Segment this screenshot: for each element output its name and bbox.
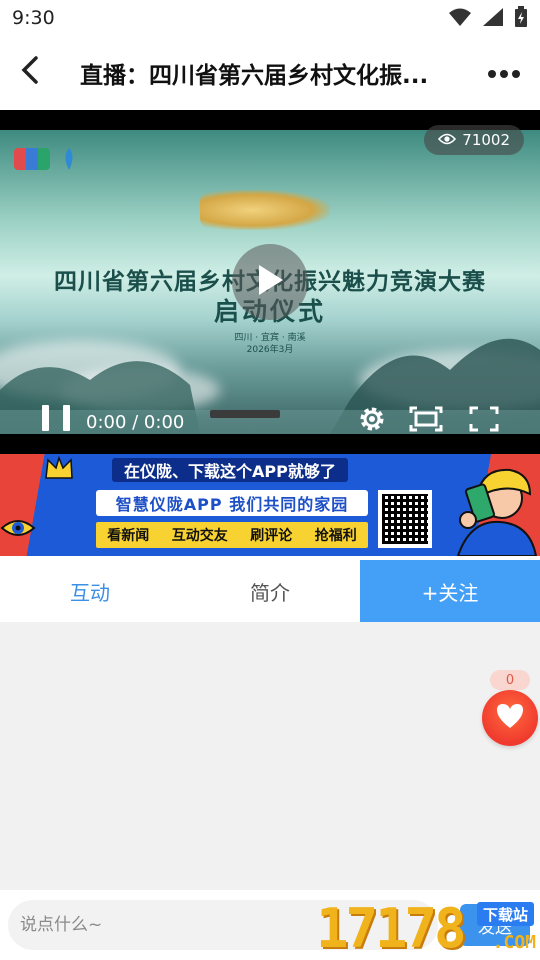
play-icon: [255, 263, 285, 301]
banner-features: 看新闻 互动交友 刷评论 抢福利: [96, 522, 368, 548]
settings-button[interactable]: [356, 406, 388, 436]
banner-feature: 抢福利: [314, 528, 357, 544]
tab-interact[interactable]: 互动: [0, 560, 180, 622]
event-logo: [65, 148, 73, 170]
crown-icon: [45, 456, 73, 479]
wifi-icon: [448, 7, 472, 31]
heart-icon: [495, 702, 525, 734]
comment-bar: 发送: [0, 890, 540, 960]
like-button[interactable]: [482, 690, 538, 746]
tab-intro[interactable]: 简介: [180, 560, 360, 622]
view-count: 71002: [462, 131, 510, 149]
banner-feature: 互动交友: [171, 528, 228, 544]
signal-icon: [482, 7, 504, 31]
calligraphy-logo: [200, 170, 350, 250]
banner-headline: 在仪陇、下载这个APP就够了: [112, 458, 348, 482]
pip-button[interactable]: [409, 406, 443, 436]
banner-feature: 刷评论: [250, 528, 293, 544]
page-title: 直播：四川省第六届乡村文化振...: [80, 63, 429, 89]
status-time: 9:30: [12, 7, 55, 29]
video-player[interactable]: 四川省第六届乡村文化振兴魅力竞演大赛 启动仪式 四川 · 宜宾 · 南溪 202…: [0, 110, 540, 454]
pause-icon-bar: [42, 405, 49, 431]
nav-bar: 直播：四川省第六届乡村文化振...: [0, 36, 540, 110]
banner-feature: 看新闻: [107, 528, 150, 544]
pause-button[interactable]: [42, 405, 70, 435]
person-illustration: [456, 468, 538, 556]
picture-in-picture-icon: [409, 406, 443, 436]
app-banner-ad[interactable]: 在仪陇、下载这个APP就够了 智慧仪陇APP 我们共同的家园 看新闻 互动交友 …: [0, 454, 540, 556]
follow-button[interactable]: +关注: [360, 560, 540, 622]
back-button[interactable]: [10, 50, 50, 94]
video-date: 2026年3月: [246, 345, 294, 355]
settings-gear-icon: [357, 404, 387, 438]
eye-icon: [438, 131, 457, 149]
comment-input[interactable]: [8, 900, 438, 950]
status-bar: 9:30: [0, 0, 540, 36]
fullscreen-button[interactable]: [468, 406, 500, 436]
time-display: 0:00 / 0:00: [86, 412, 185, 433]
view-count-badge: 71002: [424, 125, 524, 155]
battery-icon: [514, 6, 528, 32]
send-button[interactable]: 发送: [460, 904, 530, 946]
video-controls: 0:00 / 0:00: [0, 400, 540, 450]
calligraphy-mark: [200, 190, 330, 230]
tab-bar: 互动 简介 +关注: [0, 560, 540, 622]
banner-app-line: 智慧仪陇APP 我们共同的家园: [96, 490, 368, 516]
interaction-feed: [0, 622, 540, 890]
back-arrow-icon: [20, 55, 40, 89]
pause-icon-bar: [63, 405, 70, 431]
fullscreen-icon: [469, 406, 499, 436]
eye-icon: [0, 520, 36, 536]
broadcaster-logo: [14, 148, 50, 170]
status-icons: [448, 6, 528, 32]
qr-code-pattern: [382, 494, 428, 544]
more-button[interactable]: [484, 58, 524, 88]
play-button[interactable]: [232, 244, 308, 320]
qr-code: [378, 490, 432, 548]
like-count-badge: 0: [490, 670, 530, 690]
more-dots-icon: [487, 64, 521, 83]
